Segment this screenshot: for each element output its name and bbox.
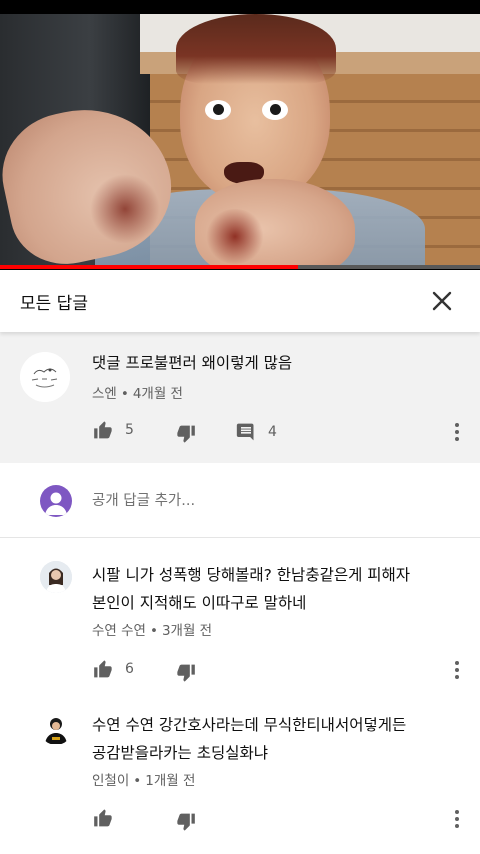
like-count: 6 — [125, 661, 134, 677]
current-user-avatar — [40, 485, 72, 517]
reply-count-button[interactable]: 4 — [236, 422, 277, 442]
reply-age: 3개월 전 — [161, 623, 213, 639]
thumbs-down-icon — [177, 425, 195, 443]
reply-author[interactable]: 수연 수연 — [92, 623, 146, 639]
thumbs-up-icon — [94, 809, 112, 827]
more-vert-icon — [455, 661, 459, 665]
avatar[interactable] — [40, 713, 72, 745]
like-button[interactable]: 6 — [92, 659, 134, 679]
user-silhouette-icon — [45, 492, 67, 515]
thumbs-up-icon — [94, 660, 112, 678]
add-reply-row — [0, 463, 480, 538]
profile-photo-icon — [40, 561, 72, 593]
meta-separator: • — [120, 386, 129, 402]
parent-comment: 댓글 프로불편러 왜이렇게 많음 스엔 • 4개월 전 5 4 — [0, 332, 480, 463]
more-vert-icon — [455, 423, 459, 427]
comment-age: 4개월 전 — [132, 386, 183, 402]
video-progress-fill — [0, 265, 298, 269]
like-button[interactable]: 5 — [92, 420, 134, 440]
reply-input[interactable] — [92, 487, 452, 515]
avatar[interactable] — [40, 561, 72, 593]
more-options-button[interactable] — [449, 658, 465, 682]
more-options-button[interactable] — [449, 420, 465, 444]
video-player[interactable] — [0, 0, 480, 270]
reply-author[interactable]: 인철이 — [92, 773, 129, 789]
thumbs-down-icon — [177, 664, 195, 682]
profile-photo-icon — [40, 713, 72, 745]
close-button[interactable] — [426, 285, 458, 317]
panel-title: 모든 답글 — [20, 293, 88, 314]
like-button[interactable] — [92, 808, 125, 828]
reply-text-line: 본인이 지적해도 이따구로 말하네 — [92, 594, 307, 612]
close-icon — [432, 291, 452, 311]
more-vert-icon — [455, 810, 459, 814]
thumbs-down-icon — [177, 813, 195, 831]
comment-text: 댓글 프로불편러 왜이렇게 많음 — [92, 354, 293, 372]
comment-author[interactable]: 스엔 — [92, 386, 117, 402]
meta-separator: • — [149, 623, 158, 639]
reply-text-line: 공감받을라카는 초딩실화냐 — [92, 744, 269, 762]
like-count: 5 — [125, 422, 134, 438]
dislike-button[interactable] — [176, 663, 197, 683]
reply-age: 1개월 전 — [145, 773, 196, 789]
video-progress-bar[interactable] — [0, 265, 480, 269]
reply-text: 수연 수연 강간호사라는데 무식한티내서어덯게든 공감받을라카는 초딩실화냐 — [92, 712, 462, 766]
reply-text-line: 시팔 니가 성폭행 당해볼래? 한남충같은게 피해자 — [92, 566, 411, 584]
thumbs-up-icon — [94, 421, 112, 439]
dislike-button[interactable] — [176, 812, 197, 832]
comment-icon — [236, 423, 254, 441]
reply-meta: 인철이 • 1개월 전 — [92, 769, 195, 789]
dislike-button[interactable] — [176, 424, 197, 444]
reply-meta: 수연 수연 • 3개월 전 — [92, 619, 212, 639]
reply-count: 4 — [268, 424, 277, 440]
reply-text: 시팔 니가 성폭행 당해볼래? 한남충같은게 피해자 본인이 지적해도 이따구로… — [92, 562, 462, 616]
reply-text-line: 수연 수연 강간호사라는데 무식한티내서어덯게든 — [92, 716, 407, 734]
replies-panel-header: 모든 답글 — [0, 270, 480, 332]
avatar[interactable] — [20, 352, 70, 402]
meta-separator: • — [133, 773, 142, 789]
more-options-button[interactable] — [449, 807, 465, 831]
doodle-avatar-icon — [20, 352, 70, 402]
comment-meta: 스엔 • 4개월 전 — [92, 382, 183, 402]
video-frame — [0, 14, 480, 265]
